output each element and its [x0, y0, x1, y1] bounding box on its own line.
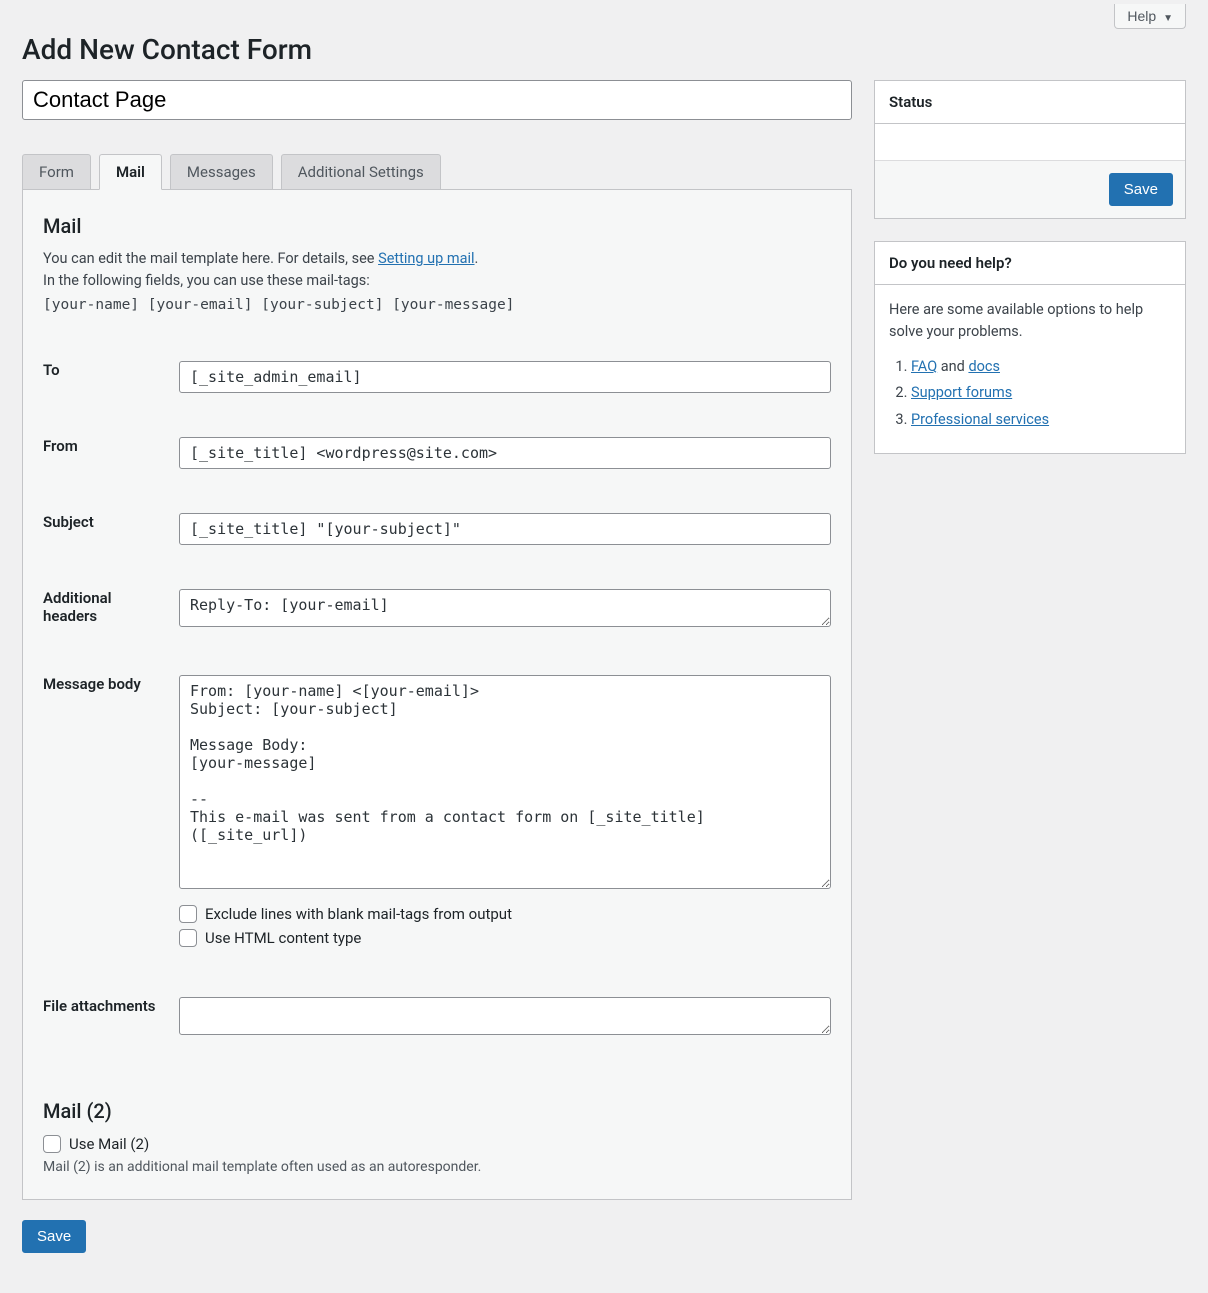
- label-to: To: [43, 335, 179, 415]
- mail2-description: Mail (2) is an additional mail template …: [43, 1159, 831, 1175]
- mail-heading: Mail: [43, 214, 831, 238]
- use-html-row[interactable]: Use HTML content type: [179, 929, 831, 947]
- use-mail2-checkbox[interactable]: [43, 1135, 61, 1153]
- tab-form[interactable]: Form: [22, 154, 91, 190]
- help-box-text: Here are some available options to help …: [889, 299, 1171, 344]
- tabs: Form Mail Messages Additional Settings: [22, 154, 852, 190]
- exclude-blank-label: Exclude lines with blank mail-tags from …: [205, 905, 512, 923]
- sidebar-save-button[interactable]: Save: [1109, 173, 1173, 206]
- help-box-heading: Do you need help?: [875, 242, 1185, 285]
- mail2-heading: Mail (2): [43, 1099, 831, 1123]
- help-label: Help: [1127, 8, 1156, 24]
- help-item-3: Professional services: [911, 409, 1171, 431]
- tab-additional-settings[interactable]: Additional Settings: [281, 154, 441, 190]
- page-title: Add New Contact Form: [22, 33, 1186, 66]
- form-title-input[interactable]: [22, 80, 852, 120]
- from-input[interactable]: [179, 437, 831, 469]
- chevron-down-icon: ▼: [1163, 13, 1173, 24]
- docs-link[interactable]: docs: [968, 358, 1000, 375]
- setting-up-mail-link[interactable]: Setting up mail: [378, 250, 474, 267]
- help-item-2: Support forums: [911, 382, 1171, 404]
- use-mail2-label: Use Mail (2): [69, 1135, 149, 1153]
- file-attachments-input[interactable]: [179, 997, 831, 1035]
- to-input[interactable]: [179, 361, 831, 393]
- exclude-blank-checkbox[interactable]: [179, 905, 197, 923]
- use-mail2-row[interactable]: Use Mail (2): [43, 1135, 831, 1153]
- additional-headers-input[interactable]: Reply-To: [your-email]: [179, 589, 831, 627]
- status-body: [875, 124, 1185, 160]
- help-box: Do you need help? Here are some availabl…: [874, 241, 1186, 454]
- save-button[interactable]: Save: [22, 1220, 86, 1253]
- label-file-attachments: File attachments: [43, 975, 179, 1061]
- help-button[interactable]: Help ▼: [1114, 4, 1186, 29]
- tab-mail[interactable]: Mail: [99, 154, 162, 190]
- status-box: Status Save: [874, 80, 1186, 219]
- label-subject: Subject: [43, 491, 179, 567]
- mail-tags: [your-name] [your-email] [your-subject] …: [43, 297, 831, 313]
- mail-intro: You can edit the mail template here. For…: [43, 248, 831, 270]
- professional-services-link[interactable]: Professional services: [911, 411, 1049, 428]
- help-item-1: FAQ and docs: [911, 356, 1171, 378]
- message-body-input[interactable]: From: [your-name] <[your-email]> Subject…: [179, 675, 831, 889]
- tab-messages[interactable]: Messages: [170, 154, 273, 190]
- faq-link[interactable]: FAQ: [911, 358, 937, 375]
- exclude-blank-row[interactable]: Exclude lines with blank mail-tags from …: [179, 905, 831, 923]
- status-heading: Status: [875, 81, 1185, 124]
- subject-input[interactable]: [179, 513, 831, 545]
- mail-intro-2: In the following fields, you can use the…: [43, 270, 831, 292]
- use-html-label: Use HTML content type: [205, 929, 361, 947]
- use-html-checkbox[interactable]: [179, 929, 197, 947]
- mail-panel: Mail You can edit the mail template here…: [22, 189, 852, 1200]
- label-from: From: [43, 415, 179, 491]
- label-message-body: Message body: [43, 653, 179, 975]
- label-additional-headers: Additional headers: [43, 567, 179, 653]
- support-forums-link[interactable]: Support forums: [911, 384, 1012, 401]
